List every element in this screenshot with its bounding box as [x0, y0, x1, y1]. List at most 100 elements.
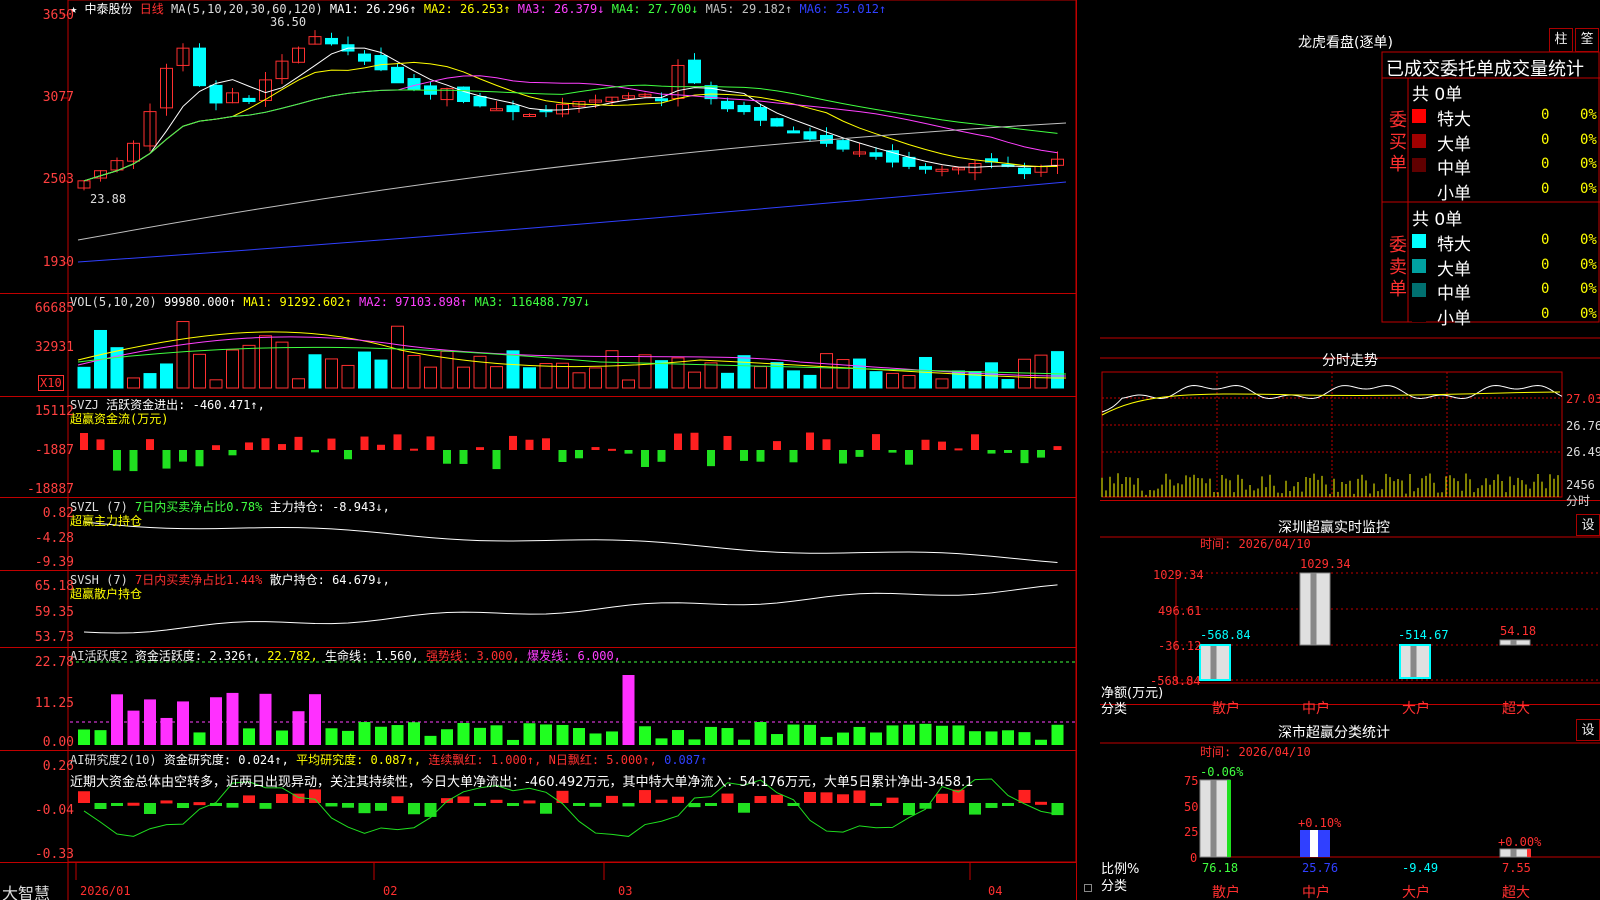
category-cat: 中户: [1302, 885, 1330, 900]
order-qty: 0: [1541, 232, 1550, 248]
research-bar: [309, 789, 321, 803]
ai2-header: AI研究度2(10) 资金研究度: 0.024↑, 平均研究度: 0.087↑,…: [70, 753, 707, 767]
activity-bar: [870, 732, 882, 745]
order-row-buy: 大单 0 0%: [1410, 130, 1600, 155]
flow-bar: [377, 444, 385, 450]
candle-body: [721, 100, 734, 110]
price-panel-header: ★ 中泰股份 日线 MA(5,10,20,30,60,120) MA1: 26.…: [70, 2, 886, 16]
high-price-label: 36.50: [270, 15, 307, 29]
intraday-vol: 2456: [1566, 478, 1595, 492]
svzj-ytick: -18887: [27, 482, 74, 497]
volume-bar: [193, 353, 206, 389]
volume-bar: [127, 377, 140, 389]
activity-bar: [424, 735, 437, 745]
vol-unit-badge[interactable]: X10: [38, 375, 64, 391]
category-cat: 大户: [1402, 885, 1430, 900]
flow-bar: [707, 450, 715, 467]
volume-bar: [424, 366, 437, 389]
activity-bar: [556, 724, 569, 745]
flow-bar: [1053, 446, 1062, 450]
flow-bar: [113, 450, 121, 471]
activity-bar: [160, 717, 173, 745]
flow-bar: [558, 450, 567, 463]
research-bar: [325, 803, 338, 807]
color-swatch: [1412, 283, 1426, 297]
research-bar: [870, 803, 882, 806]
period-label[interactable]: 日线: [140, 2, 164, 16]
color-swatch: [1412, 133, 1426, 148]
activity-bar: [474, 727, 486, 745]
volume-bar: [787, 370, 800, 389]
flow-bar: [674, 433, 682, 450]
x-label-apr: 04: [988, 884, 1003, 898]
intraday-title: 分时走势: [1322, 353, 1378, 369]
list-view-button[interactable]: 筌: [1575, 28, 1599, 52]
candle-body: [836, 140, 850, 150]
bar-view-button[interactable]: 柱: [1549, 28, 1573, 52]
activity-bar: [952, 725, 965, 745]
research-bar: [391, 796, 404, 803]
category-bar-accent: [1227, 780, 1231, 857]
stock-name[interactable]: 中泰股份: [84, 2, 132, 16]
ai1-activity: 资金活跃度: 2.326↑,: [134, 649, 260, 663]
flow-bar: [938, 441, 946, 450]
svzj-ytick: -1887: [34, 443, 74, 458]
candle-body: [374, 55, 388, 71]
volume-bar: [407, 355, 421, 389]
research-bar: [259, 803, 272, 809]
category-settings-button[interactable]: 设: [1576, 719, 1600, 741]
category-bar-value: 7.55: [1502, 861, 1531, 875]
research-bar: [936, 793, 948, 803]
svzj-label: SVZJ: [70, 398, 99, 412]
order-pct: 0%: [1580, 256, 1597, 273]
volume-bar: [803, 374, 817, 389]
volume-bar: [638, 354, 652, 389]
research-bar: [688, 803, 701, 808]
category-bar-top: +0.00%: [1498, 835, 1542, 849]
sell-total: 共 0单: [1412, 210, 1463, 230]
flow-bar: [641, 450, 649, 467]
flow-bar: [146, 439, 154, 450]
color-swatch: [1412, 307, 1426, 322]
volume-bar: [1034, 354, 1048, 389]
order-type: 小单: [1437, 183, 1471, 204]
flow-bar: [393, 434, 402, 450]
research-bar: [1002, 803, 1014, 806]
ai1-ytick: 11.25: [34, 696, 74, 711]
flow-bar: [476, 447, 484, 450]
volume-bar: [259, 335, 272, 389]
volume-bar: [242, 344, 256, 389]
candle-body: [193, 47, 206, 87]
activity-bar: [507, 739, 519, 745]
order-row-sell: 特大 0 0%: [1410, 230, 1600, 255]
category-bar-top: +0.10%: [1298, 816, 1342, 830]
color-swatch: [1412, 158, 1426, 172]
flow-bar: [608, 448, 616, 451]
order-qty: 0: [1541, 107, 1550, 123]
intraday-frame: [1101, 371, 1563, 498]
vol-ma1: MA1: 91292.602↑: [243, 295, 352, 309]
research-bar: [969, 803, 981, 815]
monitor-bar-shade: [1210, 645, 1217, 680]
flow-bar: [575, 450, 583, 459]
activity-bar: [919, 723, 932, 745]
research-bar: [721, 793, 734, 803]
category-ytick: 50: [1184, 800, 1199, 814]
ai1-ytick: 22.78: [34, 655, 74, 670]
activity-bar: [853, 726, 866, 745]
volume-bar: [275, 341, 289, 389]
activity-bar: [259, 693, 272, 745]
activity-bar: [243, 728, 255, 745]
activity-bar: [177, 701, 189, 745]
ai2-avg: 平均研究度: 0.087↑,: [296, 753, 422, 767]
candle-body: [919, 166, 932, 170]
vol-ma3: MA3: 116488.797↓: [474, 295, 591, 309]
lock-icon[interactable]: [1084, 884, 1092, 892]
low-price-label: 23.88: [90, 192, 127, 206]
monitor-settings-button[interactable]: 设: [1576, 514, 1600, 536]
volume-bar: [572, 372, 586, 389]
flow-bar: [789, 450, 798, 463]
volume-bar: [308, 354, 322, 389]
brand-logo[interactable]: 大智慧: [2, 880, 50, 900]
flow-bar: [212, 445, 220, 450]
